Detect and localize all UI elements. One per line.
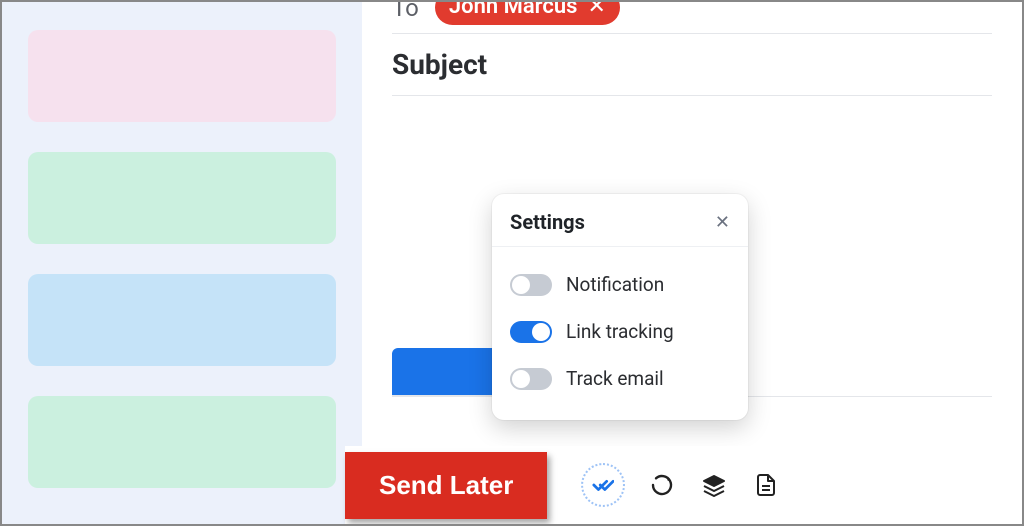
popover-title: Settings [510,210,585,234]
sidebar-block[interactable] [28,396,336,488]
sidebar-block[interactable] [28,152,336,244]
toggle-notification[interactable] [510,274,552,296]
recipient-chip[interactable]: John Marcus ✕ [435,0,620,25]
action-bar: Send Later [345,446,1022,524]
layers-icon[interactable] [699,470,729,500]
setting-link-tracking: Link tracking [510,308,730,355]
close-icon[interactable]: ✕ [715,212,730,233]
setting-label: Track email [566,367,664,390]
sidebar [2,2,362,524]
setting-notification: Notification [510,261,730,308]
sidebar-block[interactable] [28,274,336,366]
subject-placeholder: Subject [392,48,487,81]
settings-popover: Settings ✕ Notification Link tracking Tr… [492,194,748,420]
toggle-link-tracking[interactable] [510,321,552,343]
popover-header: Settings ✕ [492,194,748,247]
double-check-icon[interactable] [581,463,625,507]
toggle-track-email[interactable] [510,368,552,390]
remove-recipient-icon[interactable]: ✕ [587,0,605,19]
document-icon[interactable] [751,470,781,500]
subject-row[interactable]: Subject [392,34,992,96]
app-frame: To John Marcus ✕ Subject Settings ✕ Noti… [0,0,1024,526]
setting-label: Notification [566,273,664,296]
recipient-name: John Marcus [449,0,578,19]
setting-label: Link tracking [566,320,674,343]
popover-body: Notification Link tracking Track email [492,247,748,420]
to-label: To [392,0,419,22]
sidebar-block[interactable] [28,30,336,122]
send-later-button[interactable]: Send Later [345,452,547,519]
to-row: To John Marcus ✕ [392,2,992,34]
refresh-icon[interactable] [647,470,677,500]
action-icons [581,463,781,507]
setting-track-email: Track email [510,355,730,402]
